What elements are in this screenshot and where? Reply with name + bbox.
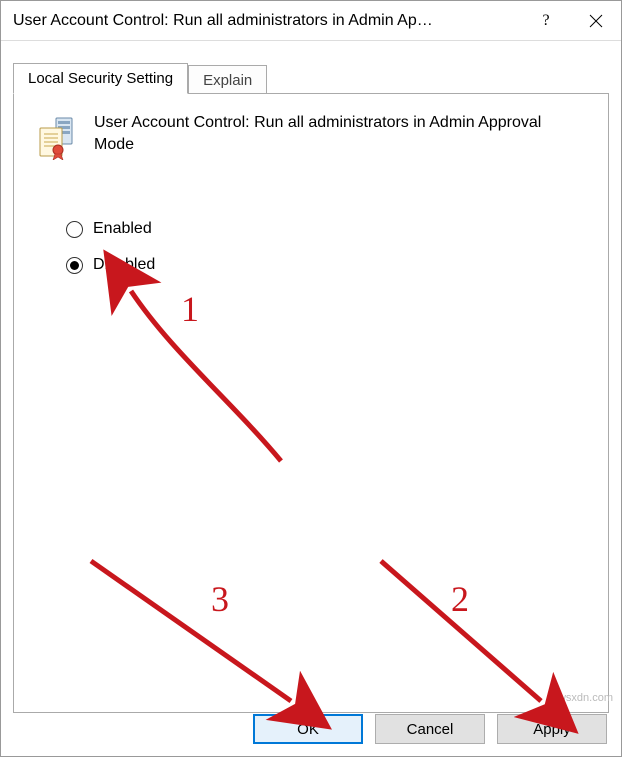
policy-title: User Account Control: Run all administra…: [94, 112, 574, 155]
close-button[interactable]: [571, 1, 621, 41]
tab-explain[interactable]: Explain: [188, 65, 267, 95]
radio-enabled[interactable]: Enabled: [66, 220, 608, 238]
titlebar: User Account Control: Run all administra…: [1, 1, 621, 41]
help-button[interactable]: ?: [521, 1, 571, 41]
tab-panel: User Account Control: Run all administra…: [13, 93, 609, 713]
policy-header: User Account Control: Run all administra…: [14, 94, 608, 170]
watermark: wsxdn.com: [558, 692, 613, 704]
ok-button[interactable]: OK: [253, 714, 363, 744]
radio-disabled[interactable]: Disabled: [66, 256, 608, 274]
radio-icon-selected: [66, 257, 83, 274]
radio-enabled-label: Enabled: [93, 220, 152, 238]
apply-button[interactable]: Apply: [497, 714, 607, 744]
radio-group: Enabled Disabled: [14, 170, 608, 274]
cancel-button[interactable]: Cancel: [375, 714, 485, 744]
policy-icon: [34, 112, 78, 160]
dialog-buttons: OK Cancel Apply: [253, 714, 607, 744]
tab-local-security-setting[interactable]: Local Security Setting: [13, 63, 188, 94]
tab-strip: Local Security Setting Explain: [1, 41, 621, 93]
radio-icon-unselected: [66, 221, 83, 238]
radio-disabled-label: Disabled: [93, 256, 155, 274]
window-title: User Account Control: Run all administra…: [13, 12, 521, 30]
close-icon: [589, 14, 603, 28]
